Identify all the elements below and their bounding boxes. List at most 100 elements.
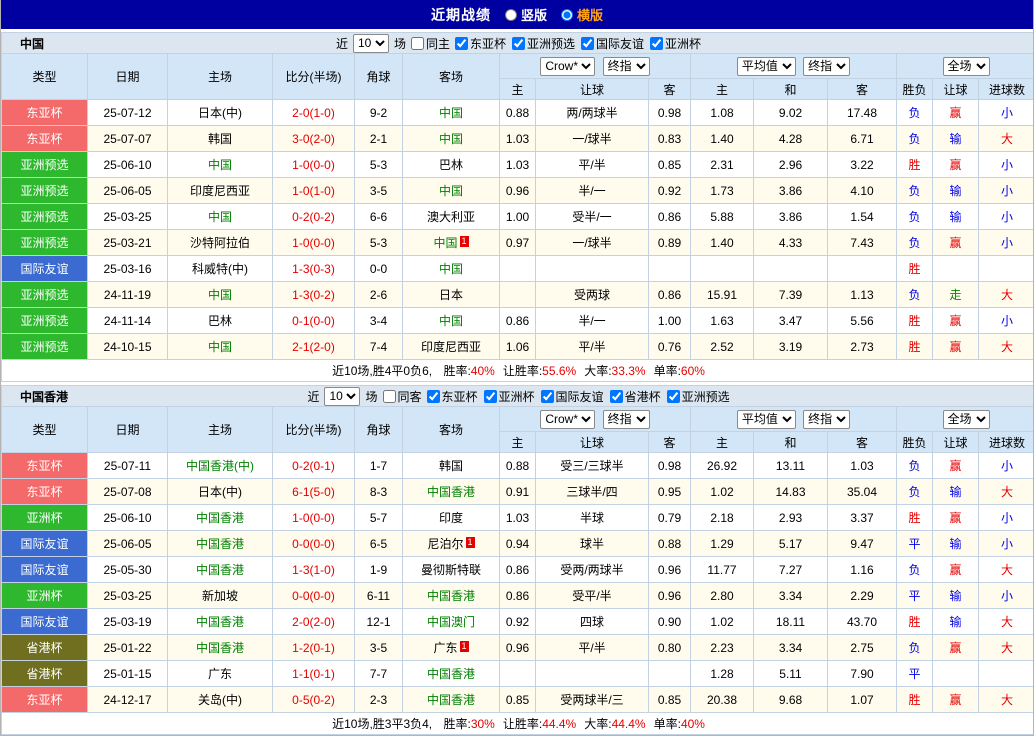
- asian-odds-time-select[interactable]: 终指: [602, 56, 650, 76]
- same-venue-checkbox[interactable]: [410, 36, 424, 50]
- handicap-result-cell: 输: [932, 478, 979, 505]
- team-name: 科威特(中): [192, 262, 248, 276]
- type-badge-cell: 亚洲预选: [1, 151, 88, 178]
- asian-odds-time-select[interactable]: 终指: [602, 409, 650, 429]
- team-name: 中国香港: [195, 563, 244, 577]
- handicap-cell: 半/一: [535, 307, 649, 334]
- result-cell: 胜: [896, 608, 933, 635]
- euro-away-odds-cell: 1.16: [827, 556, 897, 583]
- competition-checkbox[interactable]: [426, 389, 440, 403]
- asian-away-odds-cell: 0.92: [648, 177, 691, 204]
- match-row: 国际友谊 25-03-16 科威特(中) 1-3(0-3) 0-0 中国 胜: [1, 255, 1033, 282]
- euro-odds-company-select[interactable]: 平均值: [736, 409, 796, 429]
- team-name: 中国香港: [195, 641, 244, 655]
- competition-filter[interactable]: 亚洲杯: [483, 388, 535, 405]
- asian-odds-company-select[interactable]: Crow*: [540, 56, 596, 76]
- euro-odds-company-select[interactable]: 平均值: [736, 56, 796, 76]
- summary-stat-label: 胜率:: [443, 364, 471, 378]
- match-count-select[interactable]: 10: [324, 386, 361, 406]
- type-badge-cell: 东亚杯: [1, 99, 88, 126]
- asian-home-odds-cell: 0.86: [499, 307, 536, 334]
- competition-checkbox[interactable]: [609, 389, 623, 403]
- euro-home-odds-cell: 1.28: [690, 660, 754, 687]
- type-badge-cell: 国际友谊: [1, 255, 88, 282]
- euro-draw-odds-cell: 9.68: [753, 686, 828, 713]
- euro-away-odds-cell: 1.54: [827, 203, 897, 230]
- date-cell: 24-10-15: [87, 333, 168, 360]
- competition-filter[interactable]: 亚洲预选: [666, 388, 730, 405]
- match-count-select[interactable]: 10: [352, 33, 389, 53]
- type-badge-cell: 亚洲杯: [1, 582, 88, 609]
- score-cell: 0-2(0-1): [272, 452, 355, 479]
- col-result: 胜负: [896, 78, 933, 100]
- euro-odds-time-select[interactable]: 终指: [803, 56, 851, 76]
- home-team-cell: 新加坡: [167, 582, 273, 609]
- result-cell: 负: [896, 177, 933, 204]
- competition-filter[interactable]: 亚洲杯: [650, 35, 701, 52]
- score-cell: 3-0(2-0): [272, 125, 355, 152]
- col-handicap-result: 让球: [932, 78, 979, 100]
- away-team-cell: 曼彻斯特联: [402, 556, 500, 583]
- competition-checkbox[interactable]: [650, 36, 664, 50]
- vertical-layout-radio[interactable]: [504, 8, 517, 21]
- date-cell: 25-01-22: [87, 634, 168, 661]
- team-name: 中国: [207, 340, 232, 354]
- near-label: 近: [307, 389, 320, 404]
- asian-odds-company-select[interactable]: Crow*: [540, 409, 596, 429]
- col-corner: 角球: [354, 406, 403, 453]
- result-cell: 负: [896, 452, 933, 479]
- competition-filter[interactable]: 亚洲预选: [512, 35, 575, 52]
- team-name: 印度尼西亚: [420, 340, 481, 354]
- col-away: 客场: [402, 53, 500, 100]
- competition-filter[interactable]: 东亚杯: [426, 388, 478, 405]
- horizontal-layout-radio[interactable]: [561, 8, 573, 21]
- score-cell: 1-1(0-1): [272, 660, 355, 687]
- filters: 近 10 场 同客 东亚杯 亚洲杯 国际友谊 省港杯 亚洲预选: [307, 386, 730, 406]
- result-cell: 胜: [896, 151, 933, 178]
- handicap-result-cell: 赢: [932, 229, 979, 256]
- competition-checkbox[interactable]: [512, 36, 526, 50]
- red-card-badge: 1: [459, 236, 469, 247]
- layout-horizontal-option[interactable]: 横版: [561, 5, 603, 24]
- away-team-cell: 广东 1: [402, 634, 500, 661]
- header-row-top: 类型 日期 主场 比分(半场) 角球 客场 Crow* 终指 平均值 终指 全场: [1, 406, 1033, 453]
- score-cell: 2-0(2-0): [272, 608, 355, 635]
- scope-select[interactable]: 全场: [942, 409, 990, 429]
- col-euro-home: 主: [690, 78, 754, 100]
- competition-checkbox[interactable]: [483, 389, 497, 403]
- away-team-cell: 印度: [402, 504, 500, 531]
- competition-filter[interactable]: 东亚杯: [455, 35, 506, 52]
- handicap-result-cell: 输: [932, 530, 979, 557]
- competition-checkbox[interactable]: [540, 389, 554, 403]
- same-venue-checkbox[interactable]: [382, 389, 396, 403]
- col-asian-handicap: 让球: [535, 431, 649, 453]
- handicap-result-cell: 赢: [932, 333, 979, 360]
- asian-home-odds-cell: [499, 660, 536, 687]
- results-table-hongkong: 中国香港 近 10 场 同客 东亚杯 亚洲杯 国际友谊 省港杯 亚洲预选 类型 …: [1, 385, 1033, 735]
- euro-odds-time-select[interactable]: 终指: [803, 409, 851, 429]
- competition-filter[interactable]: 国际友谊: [581, 35, 644, 52]
- euro-away-odds-cell: 35.04: [827, 478, 897, 505]
- away-team-cell: 中国澳门: [402, 608, 500, 635]
- date-cell: 25-03-21: [87, 229, 168, 256]
- corner-cell: 2-6: [354, 281, 403, 308]
- type-badge-cell: 亚洲杯: [1, 504, 88, 531]
- handicap-cell: 受两球: [535, 281, 649, 308]
- competition-checkbox[interactable]: [666, 389, 680, 403]
- euro-home-odds-cell: 5.88: [690, 203, 754, 230]
- competition-checkbox[interactable]: [581, 36, 595, 50]
- goals-cell: 小: [977, 452, 1033, 479]
- competition-checkbox[interactable]: [455, 36, 468, 50]
- home-team-cell: 关岛(中): [167, 686, 273, 713]
- corner-cell: 0-0: [354, 255, 403, 282]
- scope-select[interactable]: 全场: [942, 56, 990, 76]
- competition-filter[interactable]: 省港杯: [609, 388, 661, 405]
- euro-away-odds-cell: 5.56: [827, 307, 897, 334]
- competition-filter[interactable]: 国际友谊: [540, 388, 604, 405]
- asian-home-odds-cell: 1.06: [499, 333, 536, 360]
- team-name: 印度尼西亚: [189, 184, 250, 198]
- layout-vertical-option[interactable]: 竖版: [504, 5, 547, 24]
- col-goals: 进球数: [977, 431, 1033, 453]
- same-venue-filter[interactable]: 同主: [410, 35, 450, 52]
- same-venue-filter[interactable]: 同客: [382, 388, 422, 405]
